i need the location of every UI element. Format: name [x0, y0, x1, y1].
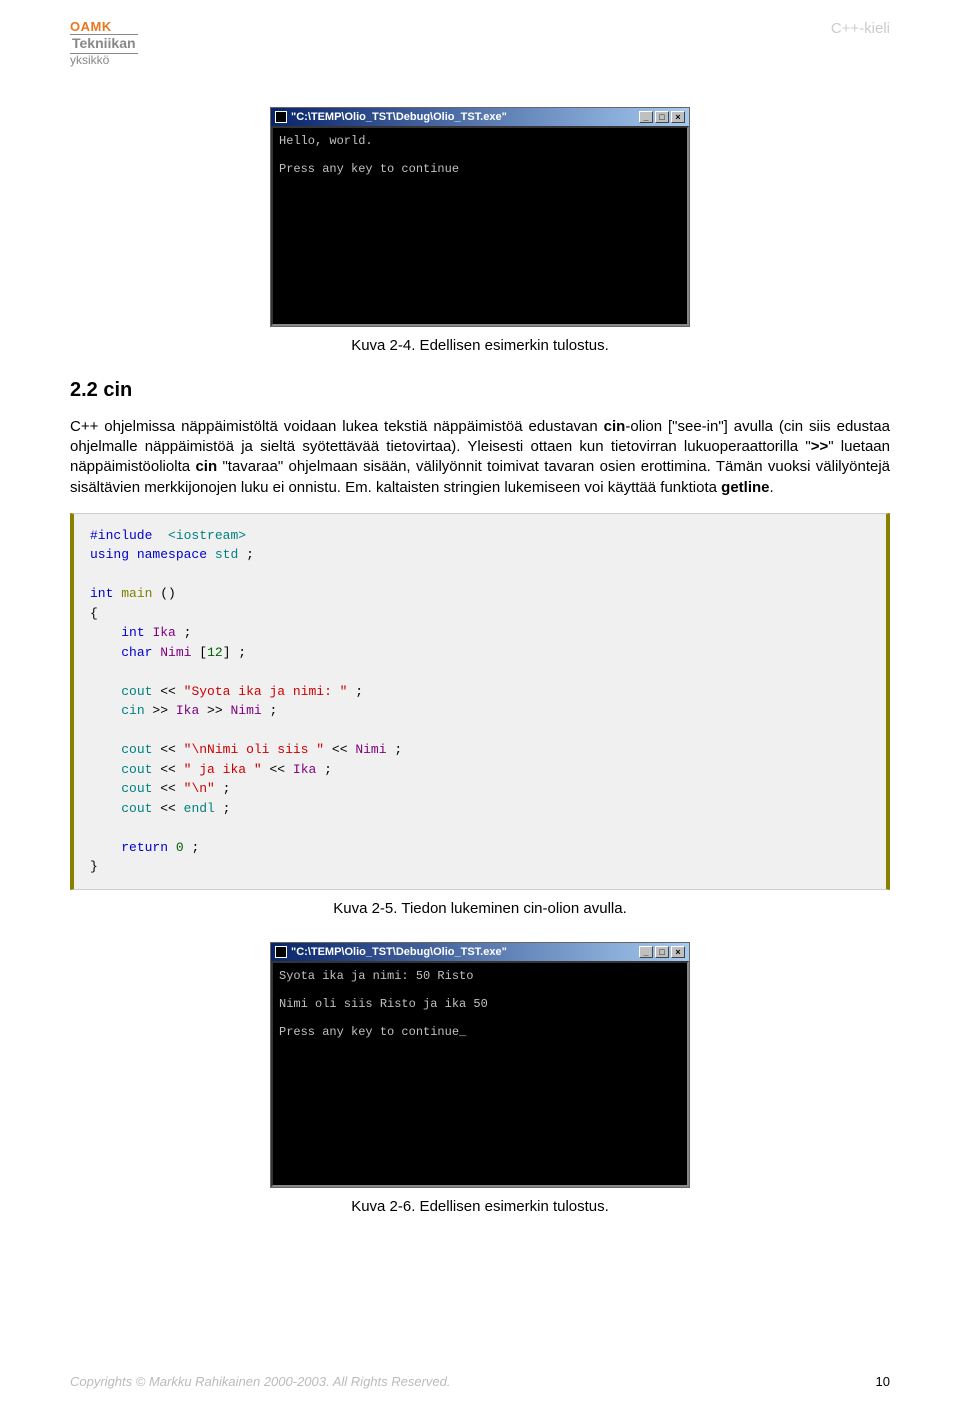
kw-int: int [121, 625, 144, 640]
close-icon: × [671, 946, 685, 958]
num-0: 0 [176, 840, 184, 855]
figure-2-4: "C:\TEMP\Olio_TST\Debug\Olio_TST.exe" _ … [70, 107, 890, 327]
console2-line2: Nimi oli siis Risto ja ika 50 [279, 997, 488, 1011]
caption-2-4: Kuva 2-4. Edellisen esimerkin tulostus. [70, 337, 890, 354]
str-prompt: "Syota ika ja nimi: " [184, 684, 348, 699]
console-title-2: "C:\TEMP\Olio_TST\Debug\Olio_TST.exe" [291, 946, 507, 958]
console-body-1: Hello, world. Press any key to continue [271, 126, 689, 326]
num-12: 12 [207, 645, 223, 660]
kw-cout: cout [121, 762, 152, 777]
para-bold-getline: getline [721, 479, 769, 496]
console-window-1: "C:\TEMP\Olio_TST\Debug\Olio_TST.exe" _ … [270, 107, 690, 327]
minimize-icon: _ [639, 111, 653, 123]
para-text: . [770, 479, 774, 496]
kw-cout: cout [121, 781, 152, 796]
console1-line1: Hello, world. [279, 134, 373, 148]
close-icon: × [671, 111, 685, 123]
kw-include: #include [90, 528, 152, 543]
caption-2-5: Kuva 2-5. Tiedon lukeminen cin-olion avu… [70, 900, 890, 917]
console-titlebar-2: "C:\TEMP\Olio_TST\Debug\Olio_TST.exe" _ … [271, 943, 689, 961]
kw-iostream: <iostream> [168, 528, 246, 543]
kw-cout: cout [121, 801, 152, 816]
var-nimi: Nimi [230, 703, 261, 718]
maximize-icon: □ [655, 946, 669, 958]
console-body-2: Syota ika ja nimi: 50 Risto Nimi oli sii… [271, 961, 689, 1187]
var-ika: Ika [176, 703, 199, 718]
var-nimi: Nimi [355, 742, 386, 757]
console2-line3: Press any key to continue_ [279, 1025, 466, 1039]
minimize-icon: _ [639, 946, 653, 958]
logo: OAMK Tekniikan yksikkö [70, 20, 138, 67]
fn-main: main [121, 586, 152, 601]
kw-using: using [90, 547, 129, 562]
logo-mid: Tekniikan [70, 34, 138, 53]
para-text: C++ ohjelmissa näppäimistöltä voidaan lu… [70, 418, 604, 435]
maximize-icon: □ [655, 111, 669, 123]
kw-namespace: namespace [137, 547, 207, 562]
str-ika: " ja ika " [184, 762, 262, 777]
page-footer: Copyrights © Markku Rahikainen 2000-2003… [70, 1374, 890, 1389]
kw-cin: cin [121, 703, 144, 718]
kw-cout: cout [121, 742, 152, 757]
console-icon [275, 946, 287, 958]
console-title-1: "C:\TEMP\Olio_TST\Debug\Olio_TST.exe" [291, 111, 507, 123]
var-nimi: Nimi [160, 645, 191, 660]
page-label: C++-kieli [831, 20, 890, 37]
para-bold-cin1: cin [604, 418, 626, 435]
console2-line1: Syota ika ja nimi: 50 Risto [279, 969, 473, 983]
console-titlebar-1: "C:\TEMP\Olio_TST\Debug\Olio_TST.exe" _ … [271, 108, 689, 126]
kw-cout: cout [121, 684, 152, 699]
section-heading-2-2: 2.2 cin [70, 379, 890, 402]
console-window-2: "C:\TEMP\Olio_TST\Debug\Olio_TST.exe" _ … [270, 942, 690, 1188]
code-block: #include <iostream> using namespace std … [70, 513, 890, 890]
kw-char: char [121, 645, 152, 660]
logo-bot: yksikkö [70, 54, 138, 67]
kw-return: return [121, 840, 168, 855]
console-icon [275, 111, 287, 123]
copyright: Copyrights © Markku Rahikainen 2000-2003… [70, 1374, 451, 1389]
para-bold-op: >> [811, 438, 829, 455]
figure-2-6: "C:\TEMP\Olio_TST\Debug\Olio_TST.exe" _ … [70, 942, 890, 1188]
page-header: OAMK Tekniikan yksikkö C++-kieli [70, 20, 890, 67]
kw-int: int [90, 586, 113, 601]
kw-std: std [215, 547, 238, 562]
var-ika: Ika [152, 625, 175, 640]
str-nimi: "\nNimi oli siis " [184, 742, 324, 757]
caption-2-6: Kuva 2-6. Edellisen esimerkin tulostus. [70, 1198, 890, 1215]
var-ika: Ika [293, 762, 316, 777]
console1-line2: Press any key to continue [279, 162, 459, 176]
logo-top: OAMK [70, 20, 138, 34]
kw-endl: endl [184, 801, 215, 816]
body-paragraph: C++ ohjelmissa näppäimistöltä voidaan lu… [70, 417, 890, 498]
page-number: 10 [876, 1374, 890, 1389]
str-nl: "\n" [184, 781, 215, 796]
para-bold-cin2: cin [195, 458, 217, 475]
